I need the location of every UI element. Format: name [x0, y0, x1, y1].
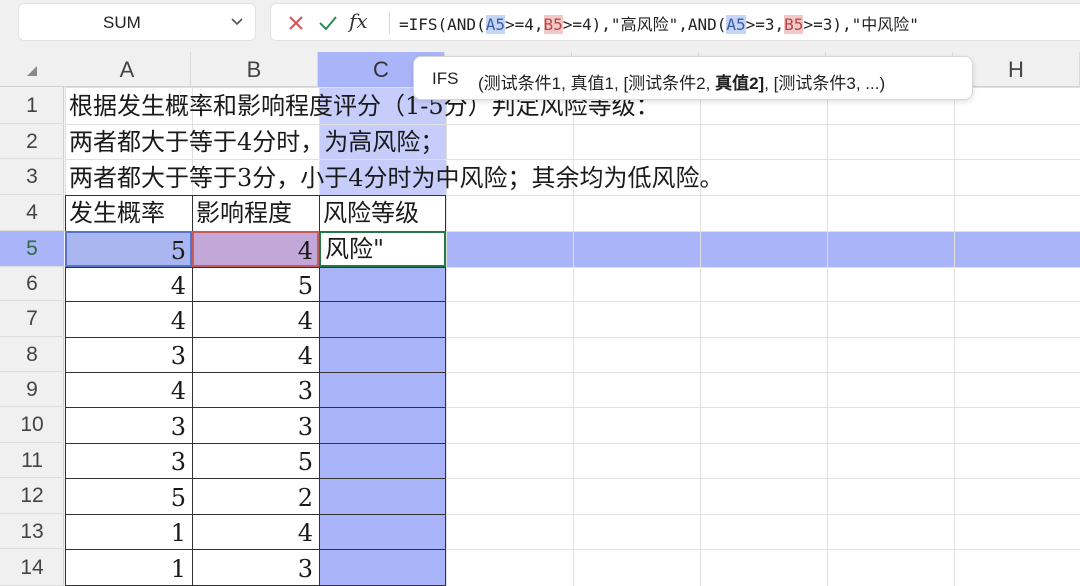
row-headers: 1 2 3 4 5 6 7 8 9 10 11 12 13 14	[0, 87, 64, 586]
table-cell[interactable]: 4	[192, 301, 319, 337]
table-cell[interactable]: 3	[65, 407, 192, 443]
table-cell[interactable]: 4	[192, 514, 319, 549]
ref-a5: A5	[726, 15, 746, 34]
row-header-13[interactable]: 13	[0, 514, 64, 549]
ref-a5: A5	[485, 15, 505, 34]
cancel-icon[interactable]	[285, 12, 307, 34]
table-cell[interactable]: 4	[192, 231, 319, 267]
function-tooltip: IFS (测试条件1, 真值1, [测试条件2, 真值2], [测试条件3, .…	[413, 56, 973, 100]
tooltip-arguments: (测试条件1, 真值1, [测试条件2, 真值2], [测试条件3, ...)	[478, 74, 886, 93]
row-header-7[interactable]: 7	[0, 301, 64, 337]
row-header-4[interactable]: 4	[0, 195, 64, 231]
table-cell[interactable]: 3	[65, 337, 192, 372]
tooltip-function-name[interactable]: IFS	[432, 69, 458, 89]
table-cell[interactable]: 5	[192, 267, 319, 301]
row-header-2[interactable]: 2	[0, 124, 64, 159]
table-header-1[interactable]: 发生概率	[65, 195, 192, 231]
table-cell[interactable]: 4	[65, 301, 192, 337]
table-cell[interactable]: 3	[192, 549, 319, 586]
chevron-down-icon[interactable]	[229, 13, 245, 29]
active-cell-c5[interactable]: 风险"	[319, 231, 446, 267]
row-header-5[interactable]: 5	[0, 231, 64, 267]
table-cell[interactable]: 5	[65, 478, 192, 514]
table-cell[interactable]: 4	[65, 372, 192, 407]
confirm-check-icon[interactable]	[317, 12, 339, 34]
select-all-corner-icon[interactable]	[26, 65, 38, 77]
selection-range-c	[319, 231, 446, 586]
row-header-12[interactable]: 12	[0, 478, 64, 514]
row-header-6[interactable]: 6	[0, 267, 64, 301]
table-cell[interactable]: 3	[192, 372, 319, 407]
table-header-3[interactable]: 风险等级	[319, 195, 446, 231]
note-line-3[interactable]: 两者都大于等于3分，小于4分时为中风险；其余均为低风险。	[69, 161, 724, 197]
table-cell[interactable]: 3	[192, 407, 319, 443]
table-cell[interactable]: 2	[192, 478, 319, 514]
table-cell[interactable]: 1	[65, 514, 192, 549]
row-header-11[interactable]: 11	[0, 443, 64, 478]
row-header-3[interactable]: 3	[0, 159, 64, 195]
table-cell[interactable]: 5	[192, 443, 319, 478]
column-header-a[interactable]: A	[64, 52, 191, 87]
column-header-b[interactable]: B	[191, 52, 318, 87]
insert-function-icon[interactable]: fx	[349, 9, 375, 33]
note-line-2[interactable]: 两者都大于等于4分时，为高风险；	[69, 126, 444, 161]
row-header-1[interactable]: 1	[0, 87, 64, 124]
table-cell[interactable]: 5	[65, 231, 192, 267]
row-header-9[interactable]: 9	[0, 372, 64, 407]
row-header-10[interactable]: 10	[0, 407, 64, 443]
table-cell[interactable]: 4	[65, 267, 192, 301]
row-header-8[interactable]: 8	[0, 337, 64, 372]
row-header-14[interactable]: 14	[0, 549, 64, 586]
name-box[interactable]: SUM	[18, 3, 256, 41]
table-cell[interactable]: 3	[65, 443, 192, 478]
name-box-value: SUM	[103, 13, 141, 32]
table-cell[interactable]: 1	[65, 549, 192, 586]
formula-bar-area: SUM fx =IFS(AND(A5>=4,B5>=4),"高风险",AND(A…	[0, 0, 1080, 58]
table-header-2[interactable]: 影响程度	[192, 195, 319, 231]
worksheet-grid[interactable]: 根据发生概率和影响程度评分（1-5分）判定风险等级： 两者都大于等于4分时，为高风…	[65, 87, 1080, 586]
table-cell[interactable]: 4	[192, 337, 319, 372]
ref-b5: B5	[784, 15, 804, 34]
formula-input[interactable]: fx =IFS(AND(A5>=4,B5>=4),"高风险",AND(A5>=3…	[270, 3, 1080, 41]
ref-b5: B5	[543, 15, 563, 34]
formula-text[interactable]: =IFS(AND(A5>=4,B5>=4),"高风险",AND(A5>=3,B5…	[399, 11, 919, 35]
formula-separator	[389, 12, 390, 34]
